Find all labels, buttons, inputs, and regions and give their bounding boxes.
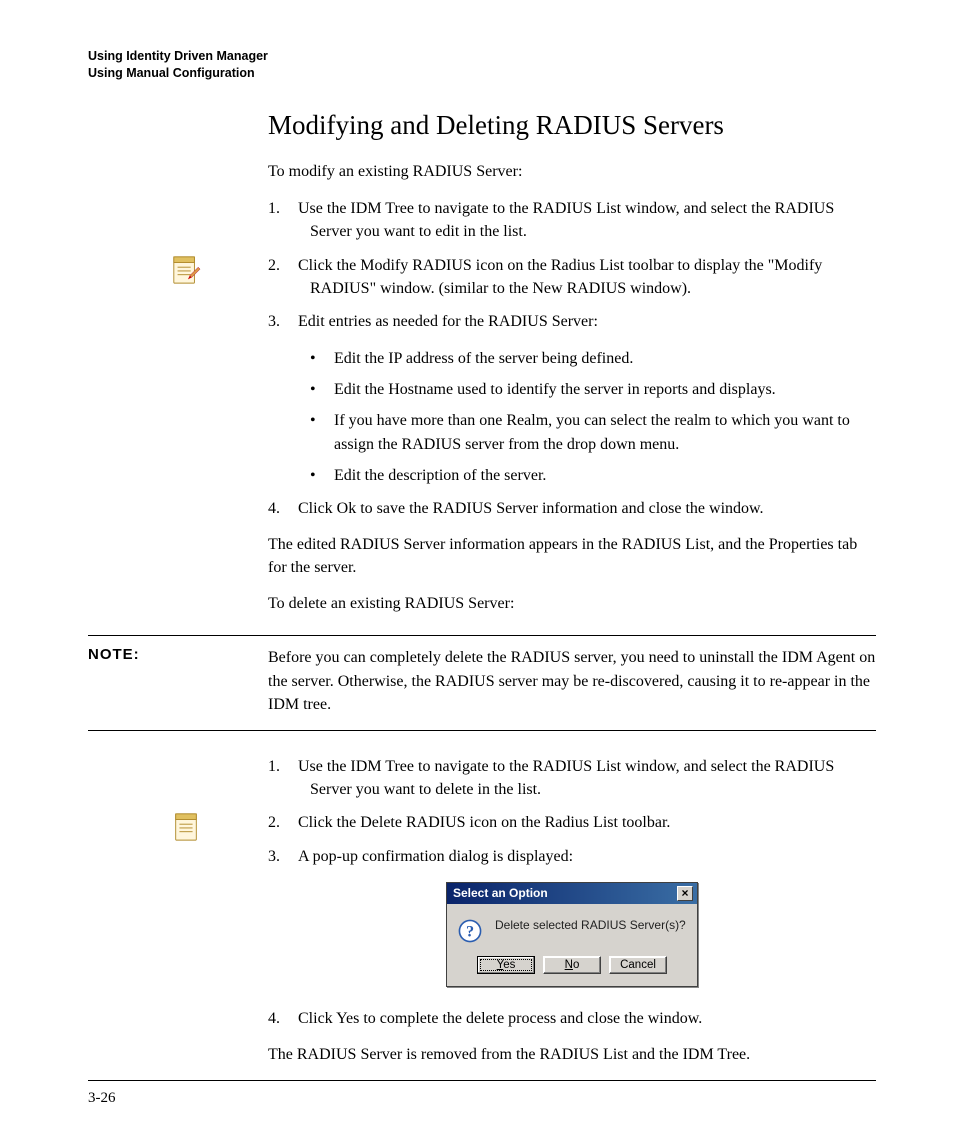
- cancel-button[interactable]: Cancel: [609, 956, 667, 974]
- no-button[interactable]: No: [543, 956, 601, 974]
- list-item: 2.Click the Modify RADIUS icon on the Ra…: [268, 254, 876, 300]
- dialog-figure: Select an Option × ? Delete selected RAD…: [268, 882, 876, 987]
- list-item: 3.Edit entries as needed for the RADIUS …: [268, 310, 876, 333]
- list-item: •Edit the description of the server.: [268, 464, 876, 487]
- delete-steps-list-cont: 4.Click Yes to complete the delete proce…: [268, 1007, 876, 1030]
- delete-steps-list: 1.Use the IDM Tree to navigate to the RA…: [268, 755, 876, 868]
- question-icon: ?: [457, 918, 483, 944]
- page-number: 3-26: [88, 1090, 116, 1107]
- section-heading: Modifying and Deleting RADIUS Servers: [268, 110, 876, 141]
- list-item: •Edit the IP address of the server being…: [268, 347, 876, 370]
- list-item: 1.Use the IDM Tree to navigate to the RA…: [268, 755, 876, 801]
- list-item: 3.A pop-up confirmation dialog is displa…: [268, 845, 876, 868]
- dialog-message: Delete selected RADIUS Server(s)?: [495, 918, 687, 932]
- yes-button[interactable]: Yes: [477, 956, 535, 974]
- delete-radius-icon: [213, 811, 243, 843]
- page-header: Using Identity Driven Manager Using Manu…: [88, 48, 876, 82]
- after-modify: The edited RADIUS Server information app…: [268, 534, 876, 579]
- list-item: •Edit the Hostname used to identify the …: [268, 378, 876, 401]
- list-item: 2.Click the Delete RADIUS icon on the Ra…: [268, 811, 876, 834]
- intro-modify: To modify an existing RADIUS Server:: [268, 161, 876, 183]
- dialog-button-row: Yes No Cancel: [447, 956, 697, 986]
- close-icon[interactable]: ×: [677, 886, 693, 901]
- confirmation-dialog: Select an Option × ? Delete selected RAD…: [446, 882, 698, 987]
- dialog-titlebar: Select an Option ×: [447, 883, 697, 904]
- footer-rule: [88, 1080, 876, 1081]
- note-text: Before you can completely delete the RAD…: [268, 646, 876, 716]
- svg-text:?: ?: [466, 922, 474, 940]
- note-label: NOTE:: [88, 646, 140, 663]
- modify-bullets-list: •Edit the IP address of the server being…: [268, 347, 876, 487]
- modify-steps-list: 1.Use the IDM Tree to navigate to the RA…: [268, 197, 876, 333]
- after-delete: The RADIUS Server is removed from the RA…: [268, 1044, 876, 1066]
- modify-steps-list-cont: 4.Click Ok to save the RADIUS Server inf…: [268, 497, 876, 520]
- dialog-title: Select an Option: [453, 886, 548, 900]
- list-item: •If you have more than one Realm, you ca…: [268, 409, 876, 455]
- list-item: 1.Use the IDM Tree to navigate to the RA…: [268, 197, 876, 243]
- header-line-2: Using Manual Configuration: [88, 65, 876, 82]
- list-item: 4.Click Ok to save the RADIUS Server inf…: [268, 497, 876, 520]
- note-block: NOTE: Before you can completely delete t…: [88, 635, 876, 731]
- list-item: 4.Click Yes to complete the delete proce…: [268, 1007, 876, 1030]
- header-line-1: Using Identity Driven Manager: [88, 48, 876, 65]
- modify-radius-icon: [213, 254, 243, 286]
- intro-delete: To delete an existing RADIUS Server:: [268, 593, 876, 615]
